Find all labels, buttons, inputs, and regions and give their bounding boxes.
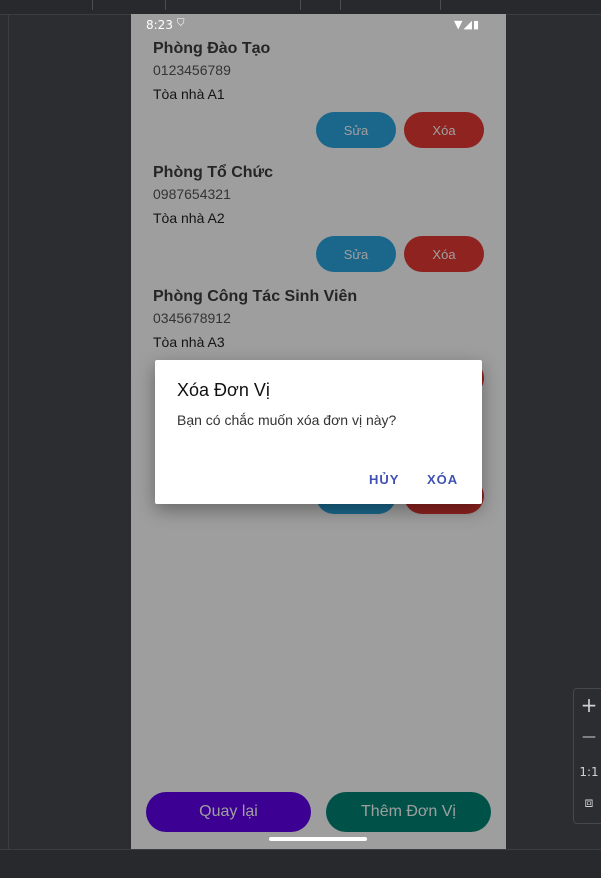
status-time: 8:23 <box>146 18 173 32</box>
zoom-in-icon[interactable]: + <box>574 693 601 717</box>
dialog-title: Xóa Đơn Vị <box>177 380 270 400</box>
shield-icon: ⛉ <box>177 18 185 29</box>
ide-top-strip <box>0 0 601 15</box>
ide-bottom-bar <box>0 849 601 878</box>
home-indicator[interactable] <box>269 837 367 841</box>
fit-screen-icon[interactable]: ⧈ <box>574 795 601 811</box>
cancel-button[interactable]: HỦY <box>369 472 399 487</box>
zoom-panel: + — 1:1 ⧈ <box>573 688 601 824</box>
status-icons: ▼◢▮ <box>454 18 480 31</box>
zoom-reset-label[interactable]: 1:1 <box>574 765 601 779</box>
zoom-out-icon[interactable]: — <box>574 729 601 745</box>
delete-confirm-dialog: Xóa Đơn Vị Bạn có chắc muốn xóa đơn vị n… <box>155 360 482 504</box>
dialog-message: Bạn có chắc muốn xóa đơn vị này? <box>177 412 397 428</box>
confirm-delete-button[interactable]: XÓA <box>427 472 458 487</box>
signal-icon: ◢ <box>463 18 473 31</box>
status-bar: 8:23 ⛉ ▼◢▮ <box>131 14 506 38</box>
battery-icon: ▮ <box>472 18 480 31</box>
ide-left-rail <box>8 14 9 849</box>
phone-screen: 8:23 ⛉ ▼◢▮ Phòng Đào Tạo 0123456789 Tòa … <box>131 14 506 849</box>
